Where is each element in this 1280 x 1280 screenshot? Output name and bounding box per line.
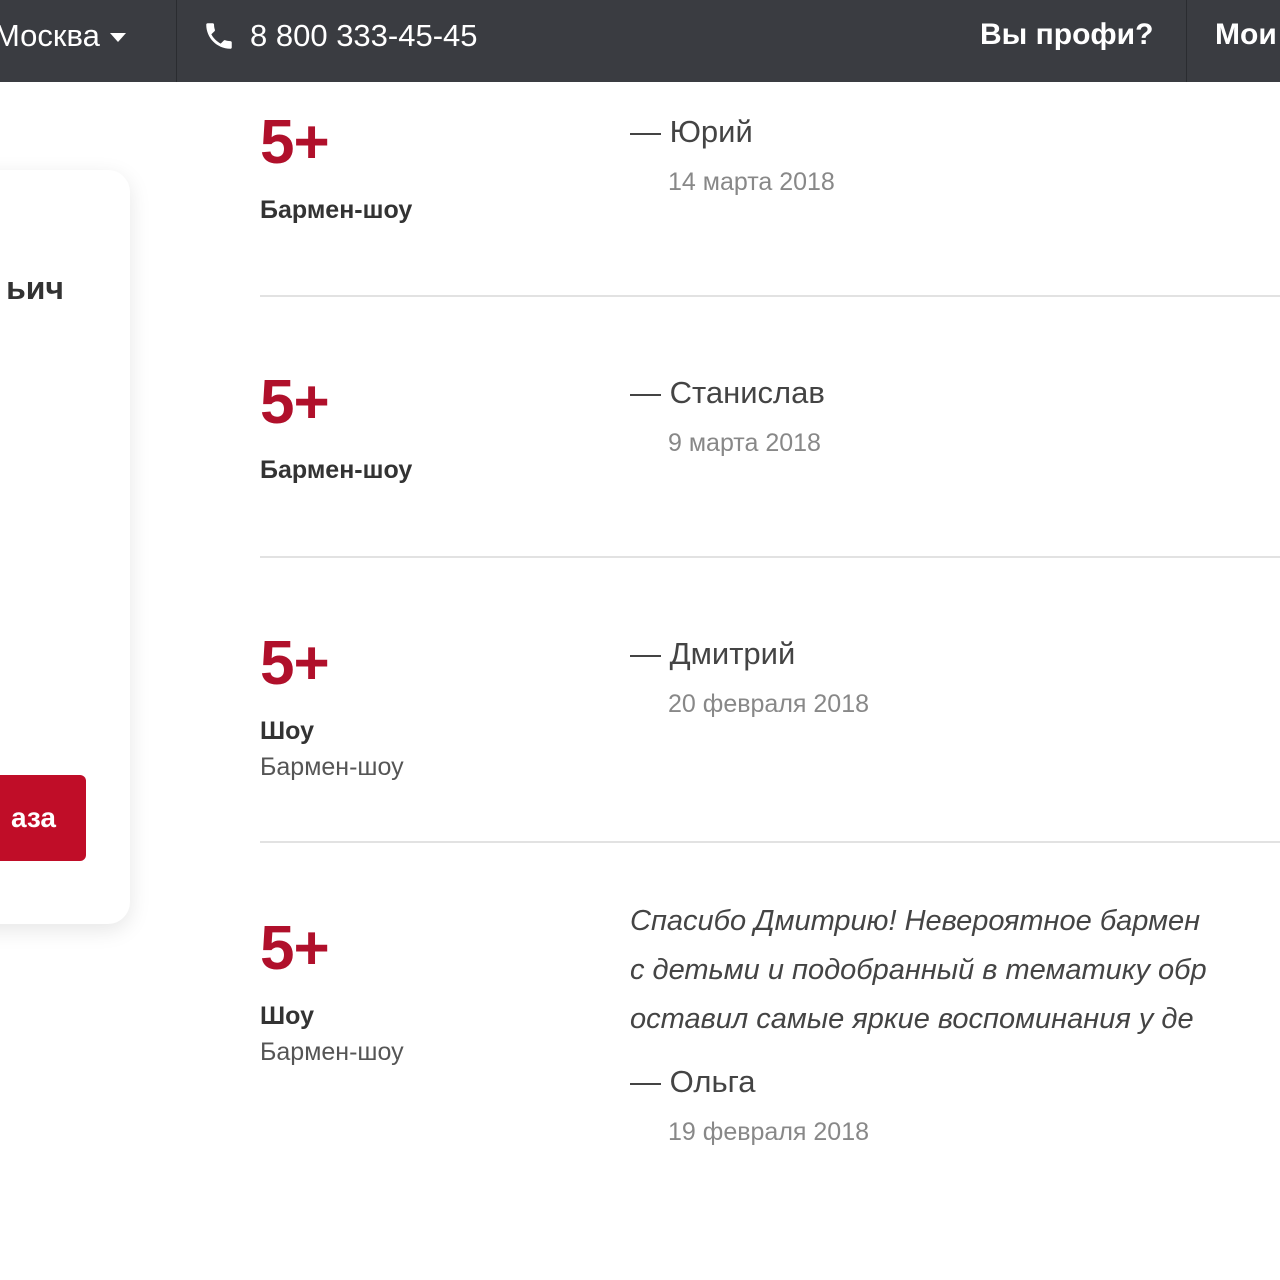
phone-link[interactable]: 8 800 333-45-45 (202, 18, 478, 54)
review-author: — Ольга (630, 1064, 756, 1099)
phone-number: 8 800 333-45-45 (250, 18, 478, 53)
review-score: 5+ (260, 368, 330, 437)
review-item: 5+ Бармен-шоу — Станислав 9 марта 2018 (260, 368, 1280, 548)
my-orders-link[interactable]: Мои (1215, 18, 1277, 52)
review-author: — Станислав (630, 375, 825, 410)
review-category: Шоу (260, 1002, 314, 1030)
chevron-down-icon (109, 32, 126, 42)
order-button[interactable]: аза (0, 775, 86, 861)
top-bar: Москва 8 800 333-45-45 Вы профи? Мои (0, 0, 1280, 82)
review-text-line: Спасибо Дмитрию! Невероятное бармен (630, 905, 1201, 937)
review-text-line: с детьми и подобранный в тематику обр (630, 954, 1207, 986)
review-subcategory: Бармен-шоу (260, 753, 404, 781)
profile-card: ьич аза (0, 170, 130, 924)
review-divider (260, 556, 1280, 558)
review-date: 19 февраля 2018 (668, 1118, 870, 1146)
review-divider (260, 841, 1280, 843)
review-divider (260, 295, 1280, 297)
review-text: Спасибо Дмитрию! Невероятное бармен с де… (630, 897, 1280, 1044)
page: Москва 8 800 333-45-45 Вы профи? Мои ьич… (0, 0, 1280, 1280)
review-score: 5+ (260, 629, 330, 698)
divider (1186, 0, 1187, 82)
review-text-line: оставил самые яркие воспоминания у де (630, 1003, 1194, 1035)
review-category: Шоу (260, 717, 314, 745)
profile-name: ьич (6, 270, 64, 306)
city-label: Москва (0, 18, 100, 53)
pro-link[interactable]: Вы профи? (980, 18, 1153, 52)
review-item: 5+ Бармен-шоу — Юрий 14 марта 2018 (260, 108, 1280, 288)
review-category: Бармен-шоу (260, 196, 413, 224)
review-item: 5+ Шоу Бармен-шоу — Дмитрий 20 февраля 2… (260, 629, 1280, 829)
city-selector[interactable]: Москва (0, 18, 126, 54)
review-score: 5+ (260, 108, 330, 177)
phone-icon (206, 23, 232, 49)
review-author: — Дмитрий (630, 636, 796, 671)
review-item: 5+ Шоу Бармен-шоу Спасибо Дмитрию! Невер… (260, 905, 1280, 1174)
review-date: 14 марта 2018 (668, 168, 835, 196)
review-date: 9 марта 2018 (668, 429, 821, 457)
review-date: 20 февраля 2018 (668, 690, 870, 718)
review-subcategory: Бармен-шоу (260, 1038, 404, 1066)
review-score: 5+ (260, 914, 330, 983)
divider (176, 0, 177, 82)
review-category: Бармен-шоу (260, 456, 413, 484)
review-author: — Юрий (630, 114, 753, 149)
